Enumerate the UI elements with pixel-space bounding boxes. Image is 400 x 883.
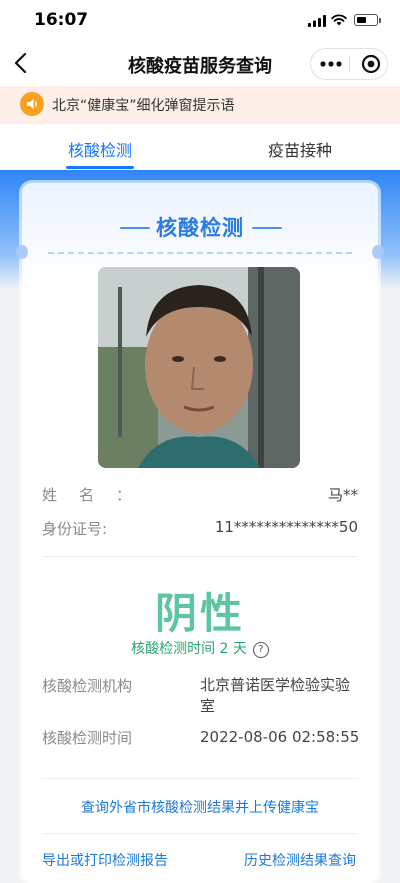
query-other-province-link[interactable]: 查询外省市核酸检测结果并上传健康宝 [0, 797, 400, 817]
test-result: 阴性 [154, 589, 245, 638]
notice-text[interactable]: 北京“健康宝”细化弹窗提示语 [52, 95, 235, 115]
capsule-divider [349, 56, 350, 72]
card-notch-left [16, 245, 28, 259]
test-time-value: 2022-08-06 02:58:55 [200, 728, 360, 746]
id-value: 11**************50 [214, 518, 358, 536]
battery-icon [354, 14, 378, 26]
export-report-link[interactable]: 导出或打印检测报告 [42, 850, 168, 870]
dashed-divider [48, 252, 352, 254]
battery-tip [379, 18, 381, 23]
test-since-text: 核酸检测时间 2 天 [131, 641, 247, 657]
id-label: 身份证号: [42, 520, 108, 538]
history-results-link[interactable]: 历史检测结果查询 [244, 850, 356, 870]
active-tab-indicator [66, 166, 134, 169]
help-icon[interactable]: ? [252, 642, 269, 658]
target-icon[interactable] [358, 52, 384, 76]
status-time: 16:07 [34, 10, 89, 30]
speaker-icon [20, 92, 44, 116]
tab-vaccination[interactable]: 疫苗接种 [200, 137, 400, 161]
card-notch-right [372, 245, 384, 259]
divider [42, 833, 358, 834]
tab-nucleic-test[interactable]: 核酸检测 [0, 137, 200, 161]
divider [42, 778, 358, 779]
user-photo [98, 267, 300, 468]
divider [42, 556, 358, 557]
org-label: 核酸检测机构 [42, 677, 133, 695]
test-since: 核酸检测时间 2 天? [0, 638, 400, 658]
name-value: 马** [327, 486, 358, 504]
signal-icon [308, 15, 326, 27]
more-dots-icon[interactable] [318, 52, 344, 76]
test-time-label: 核酸检测时间 [42, 729, 133, 747]
name-label: 姓名： [42, 486, 154, 504]
card-title: 核酸检测 [156, 216, 244, 240]
org-value: 北京普诺医学检验实验室 [200, 676, 351, 715]
wifi-icon [331, 14, 347, 26]
